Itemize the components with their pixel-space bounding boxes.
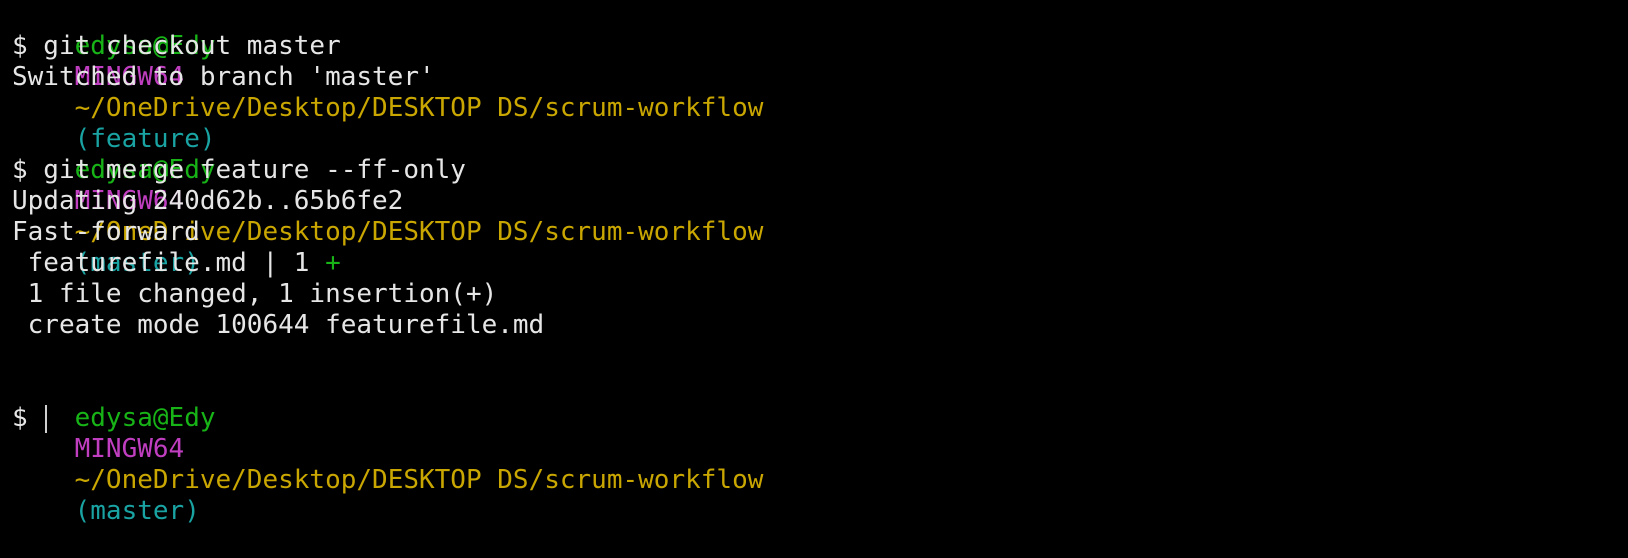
diffstat-plus: + bbox=[325, 248, 341, 278]
output-line: Updating 240d62b..65b6fe2 bbox=[12, 186, 404, 216]
prompt-path: ~/OneDrive/Desktop/DESKTOP DS/scrum-work… bbox=[74, 465, 764, 495]
terminal-output[interactable]: edysa@Edy MINGW64 ~/OneDrive/Desktop/DES… bbox=[12, 0, 1628, 526]
input-line[interactable]: $ bbox=[12, 403, 1628, 434]
diffstat-file: featurefile.md | 1 bbox=[12, 248, 326, 278]
text-cursor bbox=[45, 404, 48, 433]
prompt-line: edysa@Edy MINGW64 ~/OneDrive/Desktop/DES… bbox=[12, 0, 1628, 154]
output-line: 1 file changed, 1 insertion(+) bbox=[12, 279, 498, 309]
diffstat-line: featurefile.md | 1 + bbox=[12, 248, 1628, 279]
command-line: $ git checkout master bbox=[12, 31, 341, 61]
prompt-user: edysa@Edy bbox=[74, 403, 216, 433]
output-line: Switched to branch 'master' bbox=[12, 62, 435, 92]
output-line: create mode 100644 featurefile.md bbox=[12, 310, 545, 340]
prompt-line: edysa@Edy MINGW64 ~/OneDrive/Desktop/DES… bbox=[12, 124, 1628, 278]
command-prompt: $ bbox=[12, 403, 44, 433]
prompt-path: ~/OneDrive/Desktop/DESKTOP DS/scrum-work… bbox=[74, 93, 764, 123]
prompt-line: edysa@Edy MINGW64 ~/OneDrive/Desktop/DES… bbox=[12, 372, 1628, 526]
scrollbar-track[interactable] bbox=[1566, 0, 1628, 469]
prompt-branch: (feature) bbox=[74, 124, 216, 154]
prompt-branch: (master) bbox=[74, 496, 200, 526]
command-line: $ git merge feature --ff-only bbox=[12, 155, 466, 185]
prompt-host: MINGW64 bbox=[74, 434, 185, 464]
